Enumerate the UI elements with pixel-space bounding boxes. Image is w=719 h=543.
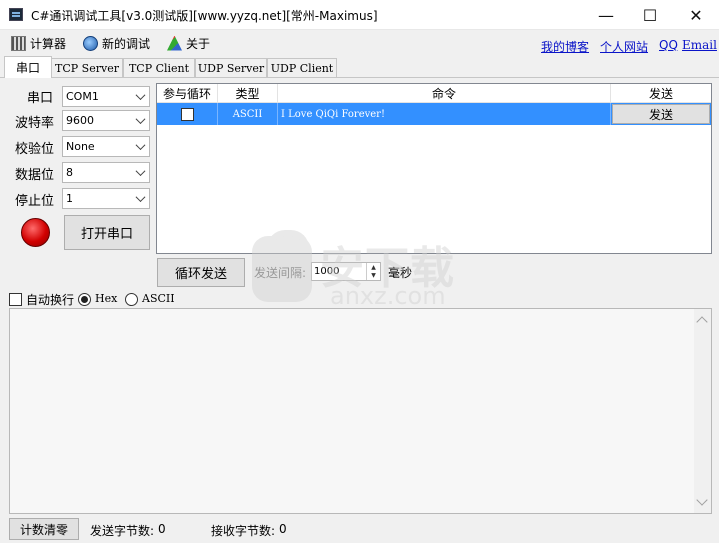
- link-qq[interactable]: QQ: [659, 38, 678, 52]
- tab-tcp-client[interactable]: TCP Client: [123, 58, 195, 77]
- databits-select[interactable]: 8: [62, 162, 150, 183]
- baud-select[interactable]: 9600: [62, 110, 150, 131]
- baud-value: 9600: [66, 114, 94, 127]
- parity-select[interactable]: None: [62, 136, 150, 157]
- scroll-up-icon[interactable]: [696, 316, 708, 328]
- menu-new-debug-label: 新的调试: [102, 36, 151, 51]
- tab-serial[interactable]: 串口: [4, 56, 52, 78]
- stopbits-select[interactable]: 1: [62, 188, 150, 209]
- title-bar: C#通讯调试工具[v3.0测试版][www.yyzq.net][常州-Maxim…: [0, 0, 719, 30]
- calculator-icon: [11, 35, 26, 51]
- sent-bytes-label: 发送字节数:: [90, 524, 155, 538]
- menu-calculator-label: 计算器: [30, 36, 67, 51]
- port-select[interactable]: COM1: [62, 86, 150, 107]
- menu-about[interactable]: 关于: [167, 34, 210, 52]
- menu-calculator[interactable]: 计算器: [11, 34, 66, 52]
- tab-udp-client[interactable]: UDP Client: [267, 58, 337, 77]
- databits-label: 数据位: [15, 168, 55, 183]
- auto-wrap-label: 自动换行: [26, 293, 75, 307]
- menu-new-debug[interactable]: 新的调试: [83, 34, 150, 52]
- link-website[interactable]: 个人网站: [600, 38, 648, 55]
- stopbits-value: 1: [66, 192, 73, 205]
- tab-divider: [0, 77, 719, 78]
- globe-icon: [83, 35, 98, 51]
- received-bytes-label: 接收字节数:: [211, 524, 276, 538]
- link-blog[interactable]: 我的博客: [541, 38, 589, 55]
- grid-header-loop[interactable]: 参与循环: [157, 84, 218, 103]
- tab-tcp-server[interactable]: TCP Server: [51, 58, 123, 77]
- grid-header-command[interactable]: 命令: [278, 84, 611, 103]
- chevron-down-icon: [134, 140, 146, 152]
- received-bytes-value: 0: [279, 522, 287, 536]
- parity-label: 校验位: [15, 142, 55, 157]
- port-status-indicator: [21, 218, 50, 247]
- table-row-type[interactable]: ASCII: [218, 103, 278, 125]
- watermark-url: anxz.com: [330, 282, 446, 310]
- loop-send-button[interactable]: 循环发送: [157, 258, 245, 287]
- bag-icon: [252, 230, 312, 302]
- tab-udp-server[interactable]: UDP Server: [195, 58, 267, 77]
- baud-label: 波特率: [15, 116, 55, 131]
- auto-wrap-checkbox[interactable]: [9, 293, 22, 306]
- sent-bytes-value: 0: [158, 522, 166, 536]
- minimize-button[interactable]: —: [583, 0, 629, 30]
- ascii-radio[interactable]: [125, 293, 138, 306]
- table-row-command[interactable]: I Love QiQi Forever!: [278, 103, 611, 125]
- close-button[interactable]: ✕: [673, 0, 719, 30]
- port-label: 串口: [26, 91, 53, 106]
- link-email[interactable]: Email: [682, 38, 717, 52]
- vertical-scrollbar[interactable]: [694, 309, 711, 513]
- menu-about-label: 关于: [186, 36, 211, 51]
- watermark: 安下载 anxz.com: [252, 228, 472, 312]
- databits-value: 8: [66, 166, 73, 179]
- about-icon: [167, 35, 182, 51]
- receive-textarea[interactable]: [9, 308, 712, 514]
- app-icon: [9, 8, 23, 21]
- grid-header-send[interactable]: 发送: [611, 84, 711, 103]
- window-title: C#通讯调试工具[v3.0测试版][www.yyzq.net][常州-Maxim…: [31, 9, 378, 23]
- ascii-label: ASCII: [142, 292, 175, 305]
- loop-checkbox[interactable]: [180, 107, 194, 121]
- port-value: COM1: [66, 90, 99, 103]
- chevron-down-icon: [134, 90, 146, 102]
- maximize-button[interactable]: ☐: [627, 0, 673, 30]
- chevron-down-icon: [134, 114, 146, 126]
- hex-label: Hex: [95, 292, 118, 305]
- chevron-down-icon: [134, 192, 146, 204]
- clear-count-button[interactable]: 计数清零: [9, 518, 79, 540]
- chevron-down-icon: [134, 166, 146, 178]
- parity-value: None: [66, 140, 95, 153]
- hex-radio[interactable]: [78, 293, 91, 306]
- send-button[interactable]: 发送: [612, 104, 710, 124]
- stopbits-label: 停止位: [15, 194, 55, 209]
- scroll-down-icon[interactable]: [696, 494, 708, 506]
- table-row-loop-cell[interactable]: [157, 103, 218, 125]
- open-port-button[interactable]: 打开串口: [64, 215, 150, 250]
- grid-header-type[interactable]: 类型: [218, 84, 278, 103]
